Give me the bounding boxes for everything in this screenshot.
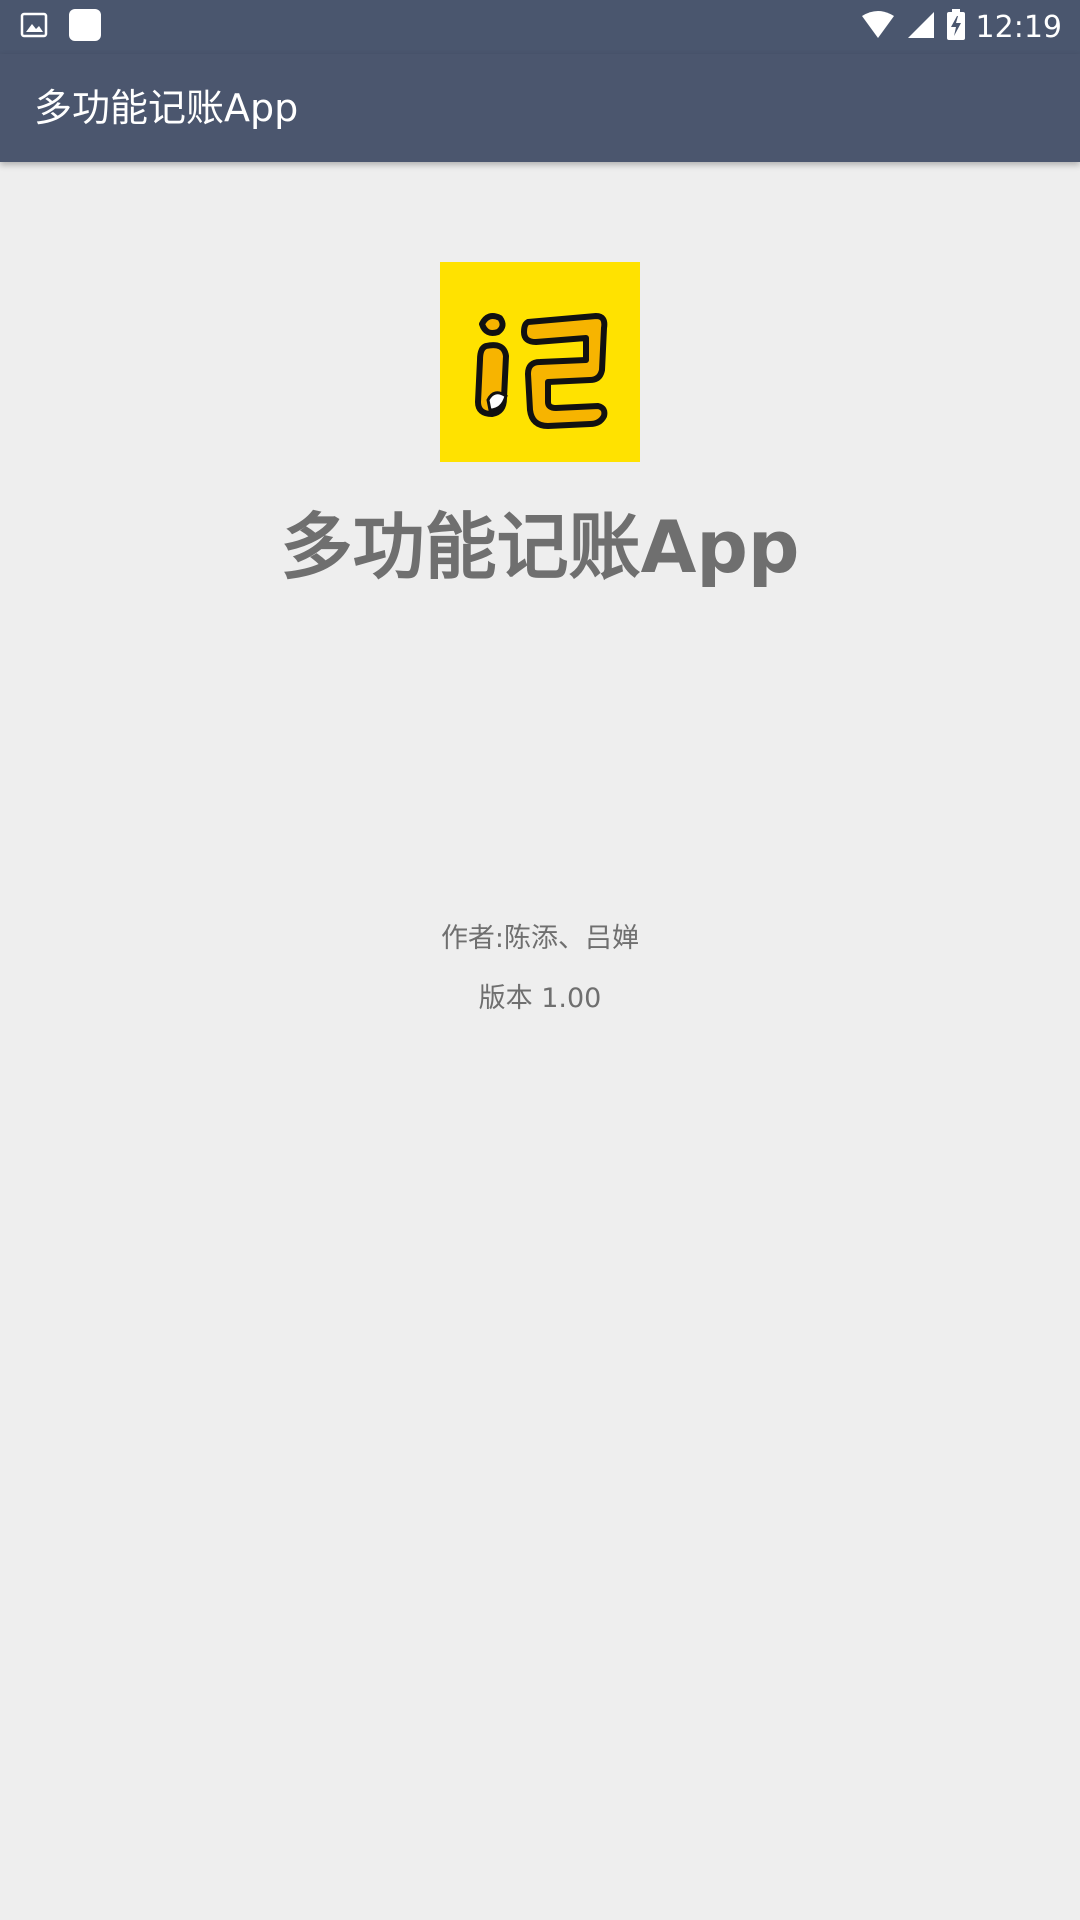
status-clock: 12:19 [975, 9, 1062, 45]
notification-icons [20, 8, 102, 46]
app-notification-icon [68, 8, 102, 46]
app-bar: 多功能记账App [0, 54, 1080, 162]
wifi-icon [860, 10, 896, 44]
status-indicators: 12:19 [860, 0, 1062, 54]
image-notification-icon [20, 11, 48, 43]
author-text: 作者:陈添、吕婵 [440, 923, 640, 954]
battery-charging-icon [946, 9, 966, 45]
logo-image [440, 262, 640, 462]
status-bar: 12:19 [0, 0, 1080, 54]
version-text: 版本 1.00 [478, 983, 602, 1014]
signal-icon [906, 10, 936, 44]
app-bar-title: 多功能记账App [34, 86, 299, 130]
app-logo [440, 262, 640, 462]
app-name: 多功能记账App [280, 505, 800, 589]
